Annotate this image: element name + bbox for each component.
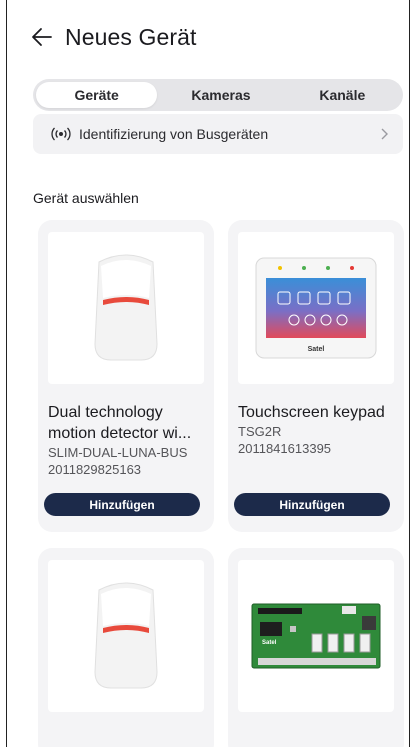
- tab-geraete[interactable]: Geräte: [36, 82, 158, 108]
- device-name: Dual technology motion detector wi...: [48, 404, 192, 442]
- tab-bar: Geräte Kameras Kanäle: [33, 79, 403, 111]
- motion-detector-image: [94, 582, 158, 689]
- app-frame: Neues Gerät Geräte Kameras Kanäle Identi…: [6, 0, 410, 747]
- bus-identification-row[interactable]: Identifizierung von Busgeräten: [33, 114, 403, 154]
- touchscreen-keypad-image: Satel: [255, 257, 377, 359]
- device-image: Satel: [238, 560, 394, 712]
- expander-module-image: Satel: [251, 603, 381, 669]
- device-image: [48, 232, 204, 384]
- device-image: Satel: [238, 232, 394, 384]
- device-card[interactable]: [38, 548, 214, 747]
- device-model: TSG2R: [238, 424, 282, 439]
- brand-logo: Satel: [308, 346, 325, 353]
- chevron-right-icon: [381, 128, 388, 140]
- bus-identification-label: Identifizierung von Busgeräten: [79, 126, 269, 142]
- broadcast-icon: [51, 127, 71, 141]
- back-arrow-icon[interactable]: [31, 26, 53, 48]
- section-title: Gerät auswählen: [33, 190, 139, 206]
- device-card[interactable]: Dual technology motion detector wi... SL…: [38, 220, 214, 532]
- add-button[interactable]: Hinzufügen: [44, 493, 200, 516]
- device-image: [48, 560, 204, 712]
- device-card[interactable]: Satel Touchscreen keypad TSG2R 201184161…: [228, 220, 404, 532]
- tab-kanaele[interactable]: Kanäle: [282, 79, 403, 111]
- device-name: Touchscreen keypad: [238, 404, 385, 421]
- page-title: Neues Gerät: [65, 23, 197, 50]
- device-card[interactable]: Satel: [228, 548, 404, 747]
- motion-detector-image: [94, 254, 158, 361]
- device-model: SLIM-DUAL-LUNA-BUS: [48, 445, 188, 460]
- tab-kameras[interactable]: Kameras: [160, 79, 281, 111]
- header: Neues Gerät: [31, 20, 197, 54]
- add-button[interactable]: Hinzufügen: [234, 493, 390, 516]
- device-serial: 2011841613395: [238, 441, 332, 456]
- brand-logo: Satel: [262, 640, 277, 646]
- device-serial: 2011829825163: [48, 462, 142, 477]
